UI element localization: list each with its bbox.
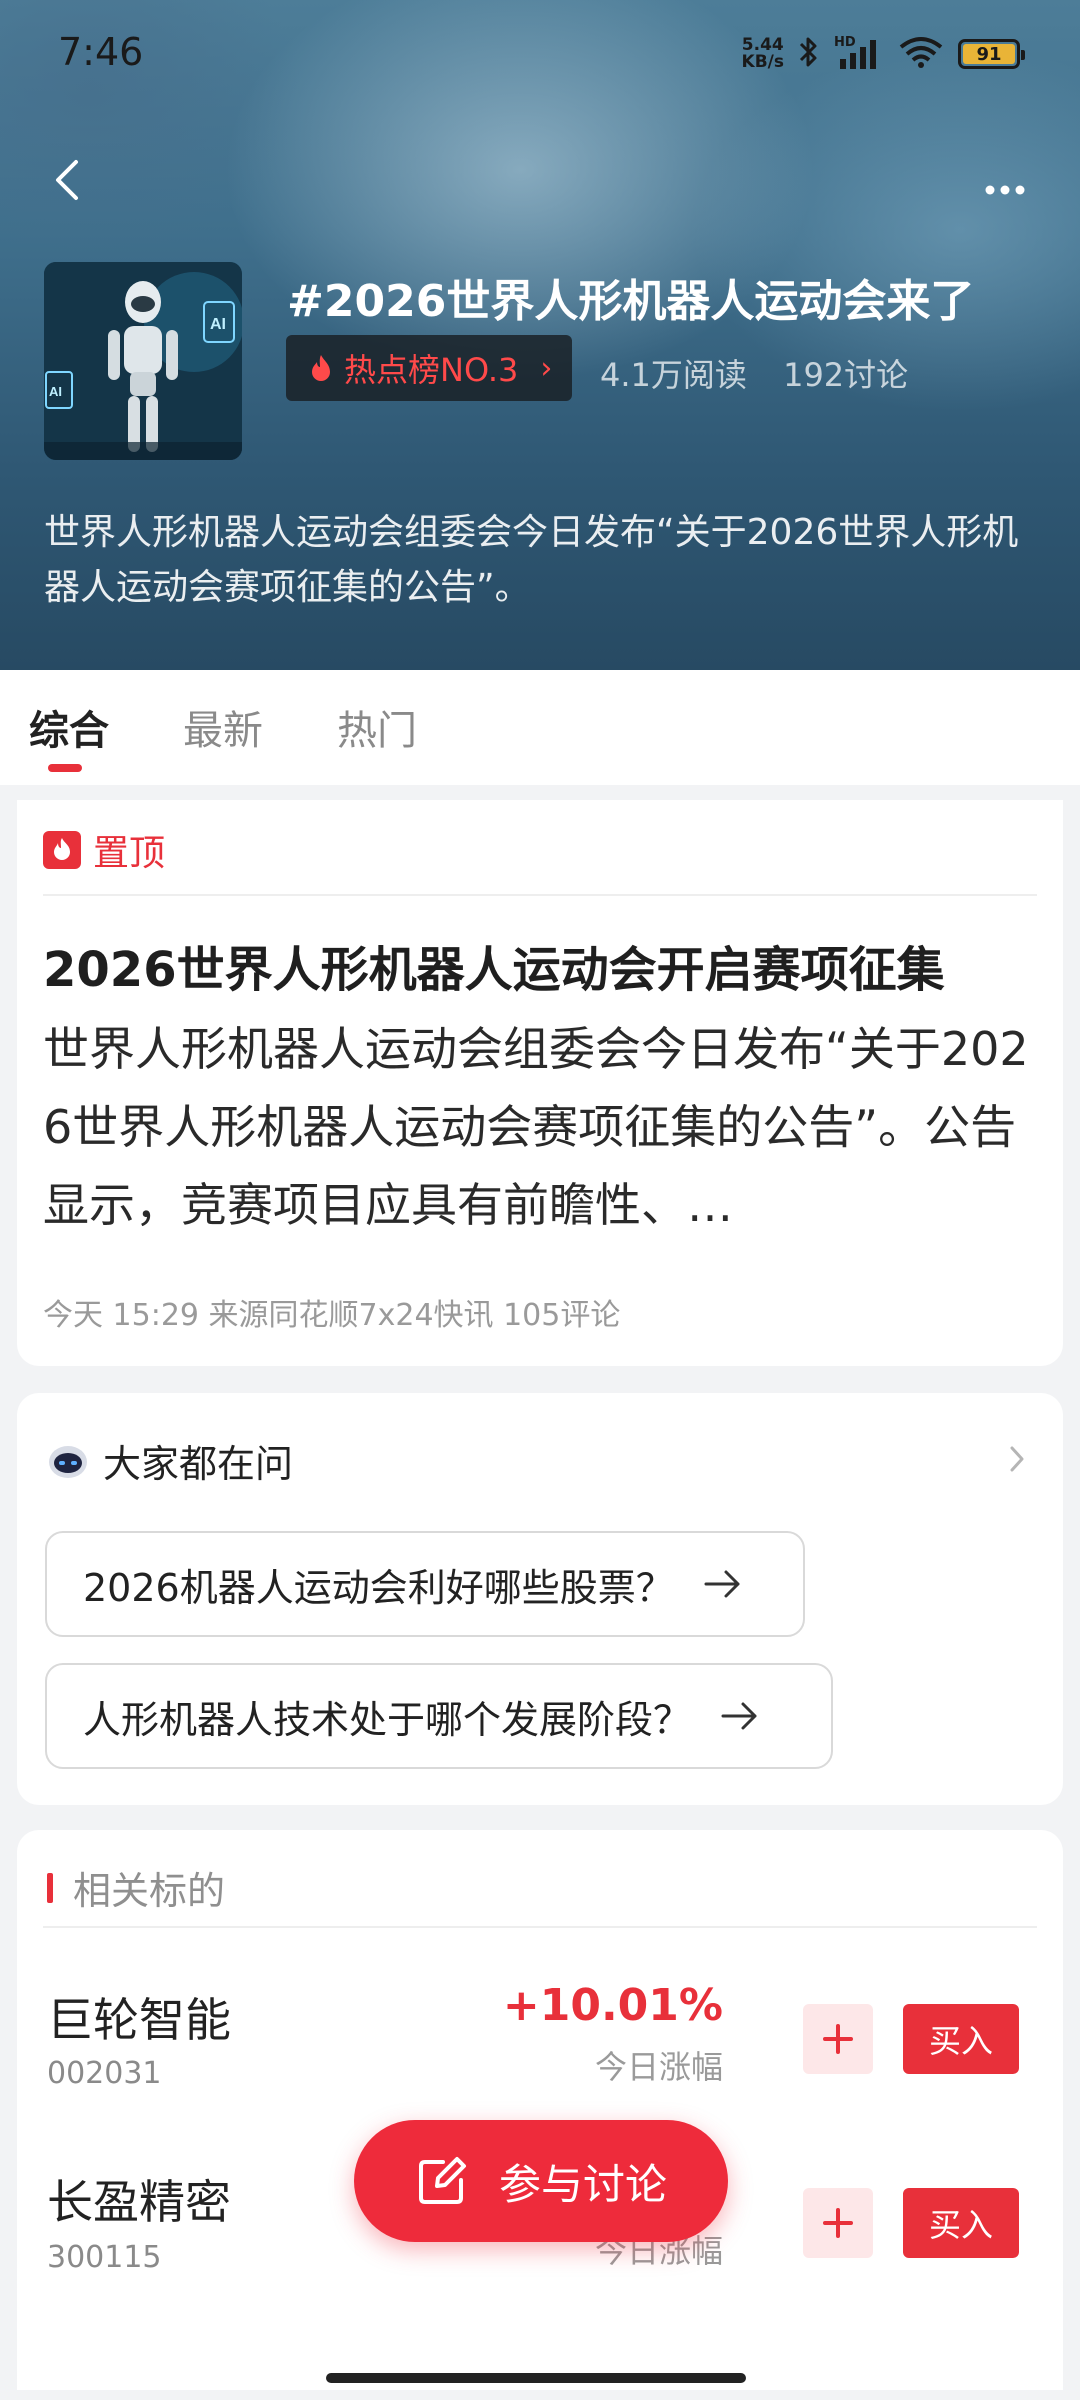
active-tab-indicator (48, 764, 82, 772)
stock-name[interactable]: 长盈精密 (47, 2166, 231, 2232)
hot-rank-badge[interactable]: 热点榜NO.3 › (286, 335, 572, 401)
article-title[interactable]: 2026世界人形机器人运动会开启赛项征集 (43, 930, 945, 1000)
home-indicator[interactable] (326, 2373, 746, 2383)
question-text: 2026机器人运动会利好哪些股票？ (83, 1565, 674, 1610)
question-text: 人形机器人技术处于哪个发展阶段？ (83, 1697, 692, 1742)
stock-code: 300115 (47, 2240, 162, 2275)
stock-name[interactable]: 巨轮智能 (47, 1984, 231, 2050)
tab-latest[interactable]: 最新 (183, 698, 263, 756)
more-dots-icon (985, 185, 1025, 195)
question-chip[interactable]: 人形机器人技术处于哪个发展阶段？ (45, 1663, 833, 1769)
topic-description: 世界人形机器人运动会组委会今日发布“关于2026世界人形机器人运动会赛项征集的公… (44, 512, 1019, 608)
related-stocks-header: 相关标的 (47, 1860, 225, 1915)
add-watchlist-button[interactable] (803, 2188, 873, 2258)
net-speed-unit: KB/s (741, 52, 784, 72)
arrow-right-icon (721, 1702, 757, 1730)
chevron-right-icon[interactable] (1007, 1443, 1027, 1479)
hot-rank-label: 热点榜NO.3 (344, 351, 519, 389)
battery-level: 91 (963, 44, 1015, 65)
join-discussion-label: 参与讨论 (498, 2159, 667, 2209)
add-watchlist-button[interactable] (803, 2004, 873, 2074)
chevron-left-icon (56, 160, 78, 200)
arrow-right-icon (704, 1570, 740, 1598)
topic-thumbnail: AI AI (44, 262, 242, 460)
stock-change-label: 今日涨幅 (594, 2048, 723, 2086)
flame-icon (312, 355, 330, 381)
pinned-label: 置顶 (93, 833, 166, 874)
bluetooth-icon (798, 35, 820, 73)
article-meta: 今天 15:29 来源同花顺7x24快讯 105评论 (43, 1298, 621, 1333)
svg-text:AI: AI (210, 316, 226, 333)
tab-overall[interactable]: 综合 (29, 698, 109, 756)
read-count: 4.1万阅读 (600, 356, 747, 394)
divider (43, 894, 1037, 896)
edit-icon (418, 2157, 466, 2204)
pinned-article-card[interactable]: 置顶 2026世界人形机器人运动会开启赛项征集 世界人形机器人运动会组委会今日发… (17, 800, 1063, 1366)
section-marker (47, 1872, 53, 1903)
related-stocks-card: 相关标的 巨轮智能 002031 +10.01% 今日涨幅 买入 长盈精密 30… (17, 1830, 1063, 2390)
net-speed: 5.44 KB/s (742, 37, 784, 71)
stock-change: +10.01% (502, 1980, 723, 2031)
join-discussion-button[interactable]: 参与讨论 (354, 2120, 728, 2242)
topic-title: #2026世界人形机器人运动会来了 (287, 276, 975, 327)
divider (43, 1926, 1037, 1928)
status-time: 7:46 (58, 30, 144, 74)
wifi-icon (898, 35, 944, 73)
top-navigation (0, 140, 1080, 220)
status-icons: 5.44 KB/s HD 91 (742, 34, 1025, 74)
topic-stats: 4.1万阅读 192讨论 (600, 350, 934, 396)
svg-text:AI: AI (49, 384, 62, 399)
everyone-asking-card: 大家都在问 2026机器人运动会利好哪些股票？ 人形机器人技术处于哪个发展阶段？ (17, 1393, 1063, 1805)
status-bar: 7:46 5.44 KB/s HD 91 (0, 0, 1080, 110)
battery-icon: 91 (958, 39, 1025, 69)
plus-icon (823, 2208, 853, 2238)
stock-code: 002031 (47, 2056, 162, 2091)
article-summary: 世界人形机器人运动会组委会今日发布“关于2026世界人形机器人运动会赛项征集的公… (43, 1022, 1029, 1232)
robot-assistant-icon (49, 1445, 87, 1478)
everyone-asking-header[interactable]: 大家都在问 (47, 1433, 293, 1488)
pinned-label-row: 置顶 (43, 824, 165, 876)
tab-bar: 综合 最新 热门 (0, 670, 1080, 785)
buy-button[interactable]: 买入 (903, 2188, 1019, 2258)
chevron-right-icon: › (540, 350, 553, 386)
related-stocks-title: 相关标的 (73, 1869, 226, 1913)
everyone-asking-title: 大家都在问 (103, 1442, 294, 1486)
discussion-count: 192讨论 (783, 356, 909, 394)
topic-header: 7:46 5.44 KB/s HD 91 AI AI #2026世界人形机器人运… (0, 0, 1080, 670)
plus-icon (823, 2024, 853, 2054)
back-button[interactable] (40, 150, 100, 210)
cellular-signal-icon: HD (834, 35, 884, 71)
fire-badge-icon (43, 831, 81, 869)
tab-hot[interactable]: 热门 (337, 698, 417, 756)
question-chip[interactable]: 2026机器人运动会利好哪些股票？ (45, 1531, 805, 1637)
more-options-button[interactable] (970, 150, 1040, 210)
robot-image: AI AI (44, 262, 242, 460)
buy-button[interactable]: 买入 (903, 2004, 1019, 2074)
